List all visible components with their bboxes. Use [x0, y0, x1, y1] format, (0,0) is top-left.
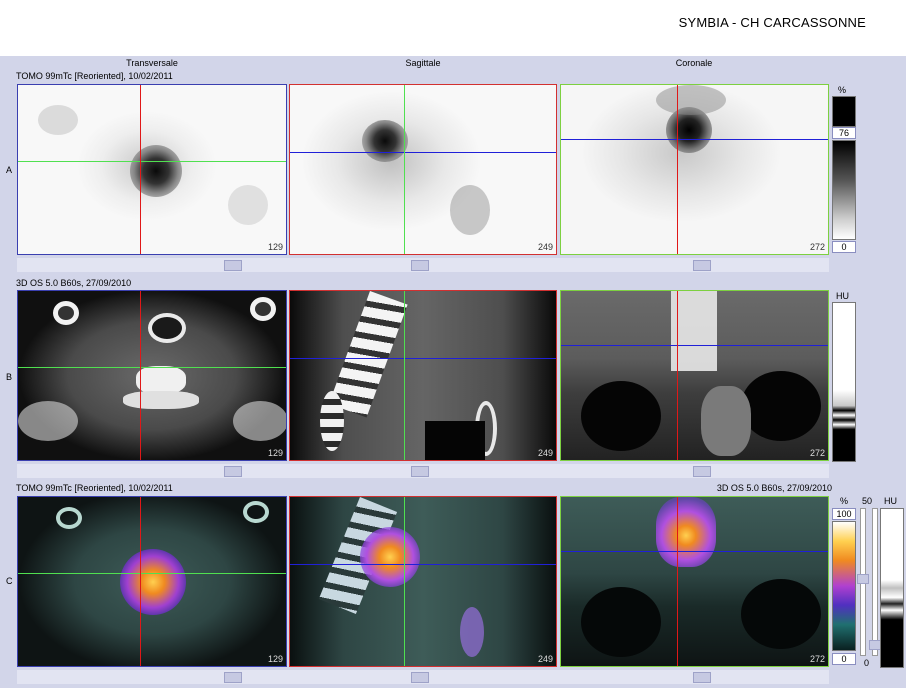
crosshair-horizontal[interactable] [561, 345, 828, 346]
bone-clavicle-right [250, 297, 276, 321]
slice-number: 272 [809, 654, 825, 664]
crosshair-vertical[interactable] [404, 497, 405, 666]
slice-number: 129 [267, 448, 283, 458]
colorbar-c-gradient[interactable] [832, 521, 856, 651]
viewport-b-transversale[interactable]: 129 [17, 290, 287, 461]
viewport-b-coronale[interactable]: 272 [560, 290, 829, 461]
bone-clavicle-left [53, 301, 79, 325]
slice-slider-thumb-c-sagittale[interactable] [411, 672, 429, 683]
row-label-b: B [6, 372, 13, 382]
slice-number: 129 [267, 242, 283, 252]
slice-number: 129 [267, 654, 283, 664]
cervical-spine [328, 291, 408, 418]
colorbar-b-unit: HU [836, 291, 849, 301]
slice-number: 272 [809, 242, 825, 252]
viewport-b-sagittale[interactable]: 249 [289, 290, 557, 461]
slice-number: 249 [537, 242, 553, 252]
vertebra-body [136, 366, 186, 394]
viewport-a-coronale[interactable]: 272 [560, 84, 829, 255]
colorbar-a-unit: % [838, 85, 847, 95]
slice-slider-thumb-a-sagittale[interactable] [411, 260, 429, 271]
crosshair-horizontal[interactable] [18, 161, 286, 162]
fusion-hotspot [120, 549, 186, 615]
slice-slider-thumb-c-transversale[interactable] [224, 672, 242, 683]
row-label-a: A [6, 165, 13, 175]
crosshair-vertical[interactable] [677, 497, 678, 666]
opacity-slider-thumb[interactable] [857, 574, 869, 584]
slice-number: 272 [809, 448, 825, 458]
colorbar-a-min-value[interactable]: 0 [832, 241, 856, 253]
viewport-a-transversale[interactable]: 129 [17, 84, 287, 255]
slice-slider-thumb-a-coronale[interactable] [693, 260, 711, 271]
crosshair-vertical[interactable] [140, 291, 141, 460]
crosshair-vertical[interactable] [404, 85, 405, 254]
viewport-c-coronale[interactable]: 272 [560, 496, 829, 667]
crosshair-vertical[interactable] [404, 291, 405, 460]
uptake-hotspot [362, 120, 408, 162]
header-title: SYMBIA - CH CARCASSONNE [678, 15, 866, 30]
crosshair-horizontal[interactable] [290, 152, 556, 153]
trachea [148, 313, 186, 343]
colorbar-c2-unit: HU [884, 496, 897, 506]
column-title-coronale: Coronale [675, 58, 713, 68]
crosshair-horizontal[interactable] [561, 139, 828, 140]
viewport-c-transversale[interactable]: 129 [17, 496, 287, 667]
slice-slider-thumb-b-transversale[interactable] [224, 466, 242, 477]
row-a-series-info: TOMO 99mTc [Reoriented], 10/02/2011 [16, 71, 173, 81]
colorbar-b-gradient[interactable] [832, 302, 856, 462]
row-c-series-info-spect: TOMO 99mTc [Reoriented], 10/02/2011 [16, 483, 173, 493]
colorbar-c-unit: % [840, 496, 849, 506]
colorbar-a-gradient[interactable] [832, 140, 856, 240]
app-header: SYMBIA - CH CARCASSONNE [0, 0, 906, 56]
crosshair-horizontal[interactable] [290, 564, 556, 565]
crosshair-horizontal[interactable] [290, 358, 556, 359]
colorbar-a-window-value[interactable]: 76 [832, 127, 856, 139]
column-title-transversale: Transversale [126, 58, 178, 68]
colorbar-c2-min: 0 [864, 658, 870, 668]
colorbar-c2-level: 50 [862, 496, 873, 506]
crosshair-horizontal[interactable] [18, 367, 286, 368]
crosshair-vertical[interactable] [677, 291, 678, 460]
colorbar-c-min-value[interactable]: 0 [832, 653, 856, 665]
slice-slider-thumb-b-sagittale[interactable] [411, 466, 429, 477]
crosshair-horizontal[interactable] [561, 551, 828, 552]
slice-slider-thumb-c-coronale[interactable] [693, 672, 711, 683]
row-label-c: C [6, 576, 13, 586]
colorbar-a-top [832, 96, 856, 127]
column-title-sagittale: Sagittale [405, 58, 441, 68]
viewport-a-sagittale[interactable]: 249 [289, 84, 557, 255]
colorbar-c-max-value[interactable]: 100 [832, 508, 856, 520]
crosshair-vertical[interactable] [677, 85, 678, 254]
row-c-series-info-ct: 3D OS 5.0 B60s, 27/09/2010 [716, 483, 832, 493]
viewport-c-sagittale[interactable]: 249 [289, 496, 557, 667]
fusion-hotspot [656, 497, 716, 567]
slice-slider-thumb-b-coronale[interactable] [693, 466, 711, 477]
crosshair-vertical[interactable] [140, 85, 141, 254]
crosshair-horizontal[interactable] [18, 573, 286, 574]
colorbar-c2-gradient[interactable] [880, 508, 904, 668]
uptake-hotspot [130, 145, 182, 197]
ct-window-slider-track[interactable] [872, 508, 878, 656]
crosshair-vertical[interactable] [140, 497, 141, 666]
row-b-series-info: 3D OS 5.0 B60s, 27/09/2010 [16, 278, 132, 288]
slice-slider-thumb-a-transversale[interactable] [224, 260, 242, 271]
slice-number: 249 [537, 654, 553, 664]
fusion-hotspot [360, 527, 420, 587]
slice-number: 249 [537, 448, 553, 458]
